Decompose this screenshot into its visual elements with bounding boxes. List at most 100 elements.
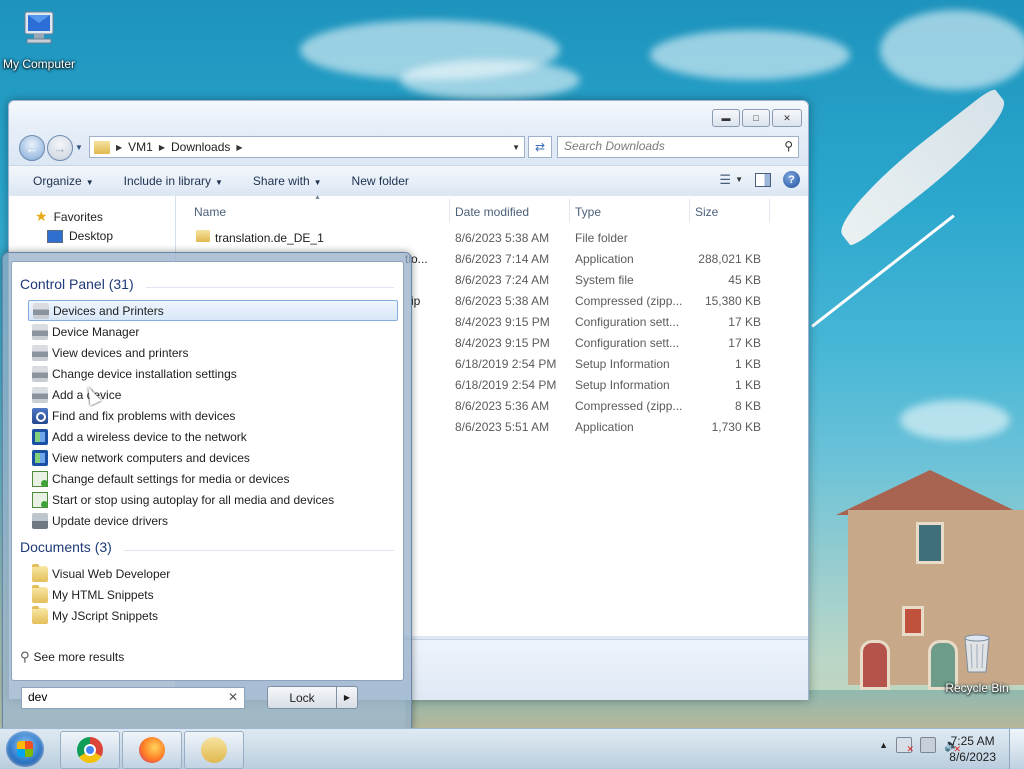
result-visual-web-developer[interactable]: Visual Web Developer [28, 563, 396, 584]
help-icon[interactable]: ? [783, 171, 800, 188]
nav-desktop-label: Desktop [69, 229, 114, 243]
clock-time: 7:25 AM [950, 734, 995, 748]
file-row[interactable]: translation.de_DE_1 8/6/2023 5:38 AM Fil… [176, 228, 776, 249]
house-window [916, 522, 944, 564]
house-roof-art [836, 470, 1024, 515]
nav-item-desktop[interactable]: Desktop [47, 229, 113, 243]
result-view-devices-and-printers[interactable]: View devices and printers [28, 342, 396, 363]
taskbar-firefox[interactable] [122, 731, 182, 769]
result-update-device-drivers[interactable]: Update device drivers [28, 510, 396, 531]
file-date: 8/4/2023 9:15 PM [455, 336, 550, 350]
result-start-stop-autoplay[interactable]: Start or stop using autoplay for all med… [28, 489, 396, 510]
group-header-control-panel[interactable]: Control Panel (31) [20, 276, 134, 292]
show-desktop-button[interactable] [1009, 729, 1024, 769]
result-my-html-snippets[interactable]: My HTML Snippets [28, 584, 396, 605]
file-size: 8 KB [734, 399, 761, 413]
folder-icon [94, 140, 110, 154]
result-label: View devices and printers [52, 345, 189, 360]
search-icon[interactable]: ⚲ [784, 139, 793, 153]
back-button[interactable]: ← [19, 135, 45, 161]
view-options-icon[interactable]: ☰ [719, 172, 731, 188]
network-status-icon[interactable] [920, 737, 936, 753]
desktop-icon-label: Recycle Bin [945, 681, 1009, 695]
file-type: Configuration sett... [575, 336, 680, 350]
group-header-documents[interactable]: Documents (3) [20, 539, 112, 555]
close-button[interactable]: ✕ [772, 109, 802, 127]
result-label: My HTML Snippets [52, 587, 154, 602]
column-separator[interactable] [569, 199, 570, 223]
shutdown-options-button[interactable]: ▶ [336, 686, 358, 709]
taskbar-explorer[interactable] [184, 731, 244, 769]
forward-button[interactable]: → [47, 135, 73, 161]
desktop-icon-recycle-bin[interactable]: Recycle Bin [944, 632, 1010, 695]
search-icon: ⚲ [20, 649, 30, 664]
show-hidden-icons-icon[interactable]: ▲ [879, 740, 888, 750]
clock[interactable]: 7:25 AM 8/6/2023 [949, 733, 996, 765]
file-size: 45 KB [728, 273, 761, 287]
column-header-name[interactable]: Name [194, 201, 226, 223]
file-date: 8/6/2023 7:24 AM [455, 273, 550, 287]
result-add-a-device[interactable]: Add a device [28, 384, 396, 405]
title-bar[interactable]: ▬ □ ✕ [9, 101, 808, 129]
organize-menu[interactable]: Organize ▼ [27, 171, 100, 191]
minimize-button[interactable]: ▬ [712, 109, 740, 127]
file-type: Configuration sett... [575, 315, 680, 329]
recent-pages-dropdown[interactable]: ▼ [75, 143, 83, 152]
chevron-down-icon[interactable]: ▼ [735, 175, 743, 184]
refresh-button[interactable]: ⇄ [528, 136, 552, 158]
start-search-input[interactable] [22, 688, 230, 706]
column-header-date[interactable]: Date modified [455, 201, 529, 223]
start-search-box[interactable]: ✕ [21, 687, 245, 709]
action-center-icon[interactable]: ✕ [896, 737, 914, 754]
share-with-label: Share with [252, 174, 310, 188]
preview-pane-icon[interactable] [755, 172, 771, 187]
result-label: Visual Web Developer [52, 566, 171, 581]
lock-button[interactable]: Lock [267, 686, 337, 709]
breadcrumb-downloads[interactable]: Downloads [171, 140, 230, 154]
result-devices-and-printers[interactable]: Devices and Printers [28, 300, 398, 321]
result-my-jscript-snippets[interactable]: My JScript Snippets [28, 605, 396, 626]
feather-shaft-art [811, 214, 955, 328]
result-device-manager[interactable]: Device Manager [28, 321, 396, 342]
troubleshoot-icon [32, 407, 48, 424]
include-in-library-menu[interactable]: Include in library ▼ [118, 171, 229, 191]
file-type: File folder [575, 231, 628, 245]
result-view-network-computers[interactable]: View network computers and devices [28, 447, 396, 468]
column-separator[interactable] [449, 199, 450, 223]
new-folder-button[interactable]: New folder [346, 171, 415, 191]
breadcrumb-separator-icon: ▶ [158, 142, 165, 152]
result-find-and-fix-problems[interactable]: Find and fix problems with devices [28, 405, 396, 426]
file-date: 8/6/2023 7:14 AM [455, 252, 550, 266]
column-header-size[interactable]: Size [695, 201, 718, 223]
refresh-icon: ⇄ [534, 140, 546, 154]
result-label: Update device drivers [52, 513, 169, 528]
result-label: Add a wireless device to the network [52, 429, 247, 444]
nav-item-favorites[interactable]: ★ Favorites [35, 208, 103, 225]
result-change-default-media-settings[interactable]: Change default settings for media or dev… [28, 468, 396, 489]
column-separator[interactable] [769, 199, 770, 223]
search-input[interactable] [558, 137, 775, 155]
nav-favorites-label: Favorites [53, 209, 103, 224]
result-add-wireless-device[interactable]: Add a wireless device to the network [28, 426, 396, 447]
back-arrow-icon: ← [25, 140, 39, 156]
maximize-button[interactable]: □ [742, 109, 770, 127]
star-icon: ★ [35, 208, 48, 224]
column-type-label: Type [575, 205, 602, 219]
desktop-icon-my-computer[interactable]: My Computer [0, 8, 78, 71]
taskbar-chrome[interactable] [60, 731, 120, 769]
result-change-device-installation-settings[interactable]: Change device installation settings [28, 363, 396, 384]
search-box[interactable]: ⚲ [557, 136, 799, 158]
address-bar[interactable]: ▶ VM1 ▶ Downloads ▶ ▼ [89, 136, 525, 158]
system-tray: ▲ ✕ 🔈 ✕ [879, 737, 961, 754]
address-dropdown-icon[interactable]: ▼ [512, 143, 520, 152]
start-button[interactable] [6, 731, 44, 767]
column-header-type[interactable]: Type [575, 201, 601, 223]
column-separator[interactable] [689, 199, 690, 223]
breadcrumb-vm1[interactable]: VM1 [128, 140, 153, 154]
command-bar: Organize ▼ Include in library ▼ Share with… [9, 165, 808, 197]
see-more-results-link[interactable]: ⚲ See more results [20, 649, 124, 665]
file-size: 17 KB [728, 336, 761, 350]
share-with-menu[interactable]: Share with ▼ [247, 171, 328, 191]
clear-search-icon[interactable]: ✕ [228, 690, 238, 704]
file-size: 17 KB [728, 315, 761, 329]
